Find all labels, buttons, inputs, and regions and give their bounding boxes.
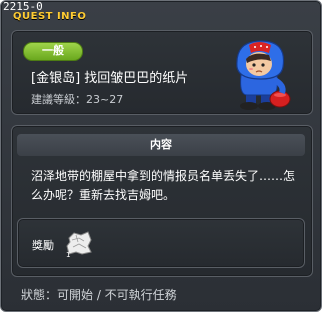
category-badge: 一般: [23, 42, 83, 61]
title-bar[interactable]: 2215-0 QUEST INFO: [1, 0, 321, 27]
reward-label: 獎勵: [32, 239, 54, 252]
quest-name: [金银岛] 找回皱巴巴的纸片: [31, 71, 189, 86]
svg-text:1: 1: [66, 251, 70, 258]
hooded-boy-npc-icon: [236, 40, 291, 110]
reward-panel: [17, 218, 305, 268]
crumpled-paper-icon[interactable]: 1: [64, 228, 94, 258]
content-header: 内容: [17, 134, 305, 156]
quest-info-window: 2215-0 QUEST INFO 一般 [金银岛] 找回皱巴巴的纸片 建議等級…: [0, 0, 322, 312]
quest-status: 狀態：可開始 / 不可執行任務: [21, 288, 177, 302]
recommended-level: 建議等級：23~27: [31, 93, 124, 106]
quest-description: 沼泽地带的棚屋中拿到的情报员名单丢失了……怎么办呢？重新去找吉姆吧。: [31, 169, 296, 202]
window-title: QUEST INFO: [13, 11, 87, 22]
